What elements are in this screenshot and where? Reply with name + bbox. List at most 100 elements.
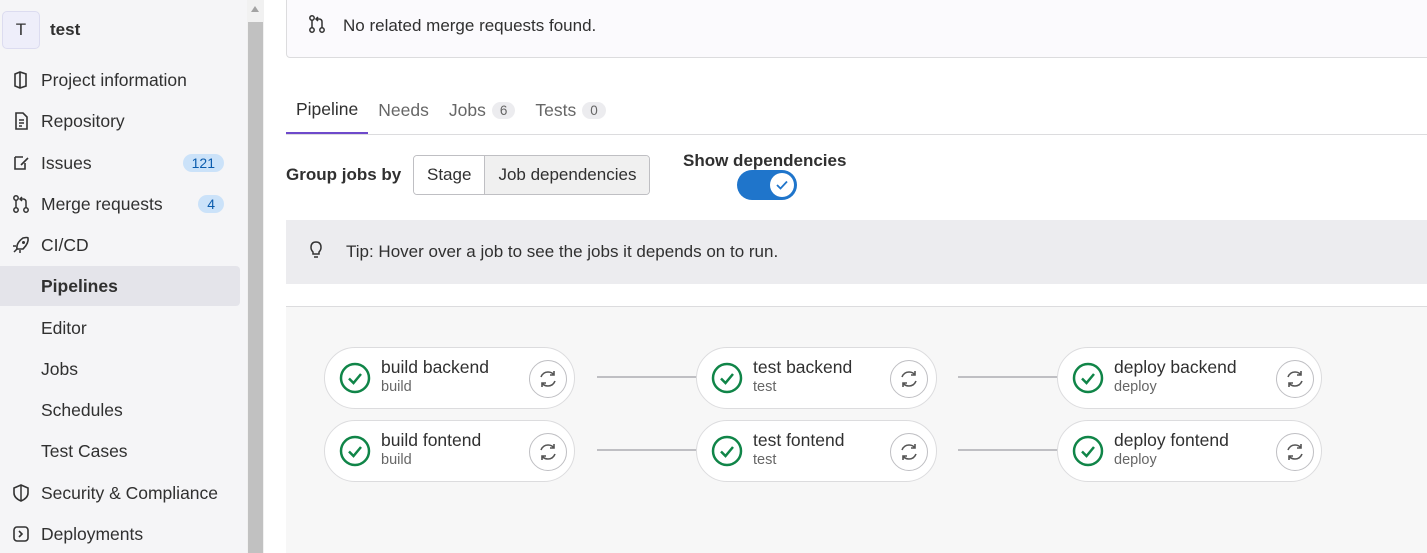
job-deploy-fontend[interactable]: deploy fontend deploy: [1057, 420, 1322, 482]
job-stage: build: [381, 379, 412, 395]
sidebar: T test Project information Repository Is…: [0, 0, 247, 553]
no-merge-requests-text: No related merge requests found.: [343, 16, 597, 35]
job-stage: deploy: [1114, 379, 1157, 395]
sidebar-item-label: Merge requests: [41, 193, 163, 214]
sidebar-item-deployments[interactable]: Deployments: [0, 514, 240, 553]
sidebar-item-label: Editor: [41, 317, 87, 338]
tab-tests[interactable]: Tests 0: [525, 86, 615, 134]
tab-label: Jobs: [448, 99, 486, 120]
status-success-icon: [711, 362, 743, 394]
project-header[interactable]: T test: [0, 8, 80, 52]
tab-jobs[interactable]: Jobs 6: [439, 86, 525, 134]
status-success-icon: [339, 435, 371, 467]
job-name: build fontend: [381, 430, 482, 450]
pipeline-tabs: Pipeline Needs Jobs 6 Tests 0: [286, 86, 1427, 135]
shield-icon: [10, 482, 32, 504]
sidebar-item-label: Schedules: [41, 399, 123, 420]
retry-button[interactable]: [890, 360, 928, 398]
job-name: deploy fontend: [1114, 430, 1229, 450]
merge-request-icon: [10, 193, 32, 215]
sidebar-item-label: Jobs: [41, 358, 78, 379]
sidebar-item-label: Security & Compliance: [41, 482, 219, 503]
sidebar-item-security-compliance[interactable]: Security & Compliance: [0, 473, 240, 513]
status-success-icon: [1072, 362, 1104, 394]
checkmark-icon: [776, 180, 788, 190]
retry-button[interactable]: [1276, 360, 1314, 398]
sidebar-item-repository[interactable]: Repository: [0, 101, 240, 141]
retry-icon: [901, 444, 917, 460]
sidebar-item-test-cases[interactable]: Test Cases: [0, 431, 240, 471]
group-by-stage-button[interactable]: Stage: [414, 156, 485, 194]
merge-requests-count-badge: 4: [198, 195, 224, 213]
related-merge-requests-panel: No related merge requests found.: [286, 0, 1427, 58]
main-content: No related merge requests found. Pipelin…: [264, 0, 1427, 553]
retry-button[interactable]: [529, 433, 567, 471]
sidebar-item-label: CI/CD: [41, 234, 89, 255]
sidebar-item-label: Project information: [41, 69, 187, 90]
tests-count-badge: 0: [582, 101, 606, 119]
job-stage: test: [753, 452, 777, 468]
sidebar-item-jobs[interactable]: Jobs: [0, 349, 240, 389]
job-stage: deploy: [1114, 452, 1157, 468]
job-name: deploy backend: [1114, 357, 1237, 377]
sidebar-item-label: Repository: [41, 110, 125, 131]
retry-icon: [1287, 371, 1303, 387]
job-test-fontend[interactable]: test fontend test: [696, 420, 937, 482]
tab-label: Needs: [378, 99, 429, 120]
job-test-backend[interactable]: test backend test: [696, 347, 937, 409]
group-by-job-dependencies-button[interactable]: Job dependencies: [484, 156, 650, 194]
tab-needs[interactable]: Needs: [368, 86, 439, 134]
status-success-icon: [711, 435, 743, 467]
jobs-count-badge: 6: [491, 101, 516, 119]
tab-pipeline[interactable]: Pipeline: [286, 86, 369, 134]
sidebar-item-label: Issues: [41, 152, 92, 173]
tab-label: Pipeline: [296, 98, 359, 119]
pipeline-graph: build backend build build fontend build …: [286, 306, 1427, 553]
sidebar-item-label: Test Cases: [41, 440, 128, 461]
job-name: test fontend: [753, 430, 845, 450]
issues-count-badge: 121: [182, 154, 224, 172]
job-name: test backend: [753, 357, 853, 377]
rocket-icon: [10, 234, 32, 256]
sidebar-item-issues[interactable]: Issues 121: [0, 143, 240, 183]
document-icon: [10, 110, 32, 132]
job-name: build backend: [381, 357, 489, 377]
scrollbar-thumb[interactable]: [248, 22, 263, 553]
retry-icon: [1287, 444, 1303, 460]
tip-banner: Tip: Hover over a job to see the jobs it…: [286, 220, 1427, 284]
project-avatar: T: [2, 11, 40, 49]
tip-text: Tip: Hover over a job to see the jobs it…: [346, 242, 779, 261]
show-dependencies-label: Show dependencies: [683, 151, 847, 170]
sidebar-scrollbar[interactable]: [247, 0, 264, 553]
job-build-backend[interactable]: build backend build: [324, 347, 575, 409]
lightbulb-icon: [306, 240, 326, 265]
sidebar-item-ci-cd[interactable]: CI/CD: [0, 225, 240, 265]
job-stage: test: [753, 379, 777, 395]
retry-button[interactable]: [1276, 433, 1314, 471]
retry-icon: [901, 371, 917, 387]
deployments-icon: [10, 523, 32, 545]
sidebar-item-label: Deployments: [41, 523, 144, 544]
job-build-fontend[interactable]: build fontend build: [324, 420, 575, 482]
sidebar-item-pipelines[interactable]: Pipelines: [0, 266, 240, 306]
retry-button[interactable]: [890, 433, 928, 471]
project-name: test: [50, 20, 81, 39]
tab-label: Tests: [535, 99, 577, 120]
sidebar-item-project-information[interactable]: Project information: [0, 60, 240, 100]
group-by-segmented-control: Stage Job dependencies: [413, 155, 651, 195]
merge-request-icon: [307, 14, 327, 39]
sidebar-item-schedules[interactable]: Schedules: [0, 390, 240, 430]
scroll-up-arrow-icon[interactable]: [251, 6, 259, 12]
status-success-icon: [1072, 435, 1104, 467]
retry-button[interactable]: [529, 360, 567, 398]
issues-icon: [10, 152, 32, 174]
retry-icon: [540, 444, 556, 460]
job-deploy-backend[interactable]: deploy backend deploy: [1057, 347, 1322, 409]
show-dependencies-toggle[interactable]: [737, 170, 797, 200]
status-success-icon: [339, 362, 371, 394]
group-jobs-by-label: Group jobs by: [286, 165, 402, 184]
sidebar-item-editor[interactable]: Editor: [0, 308, 240, 348]
sidebar-item-merge-requests[interactable]: Merge requests 4: [0, 184, 240, 224]
sidebar-item-label: Pipelines: [41, 275, 118, 296]
project-info-icon: [10, 69, 32, 91]
